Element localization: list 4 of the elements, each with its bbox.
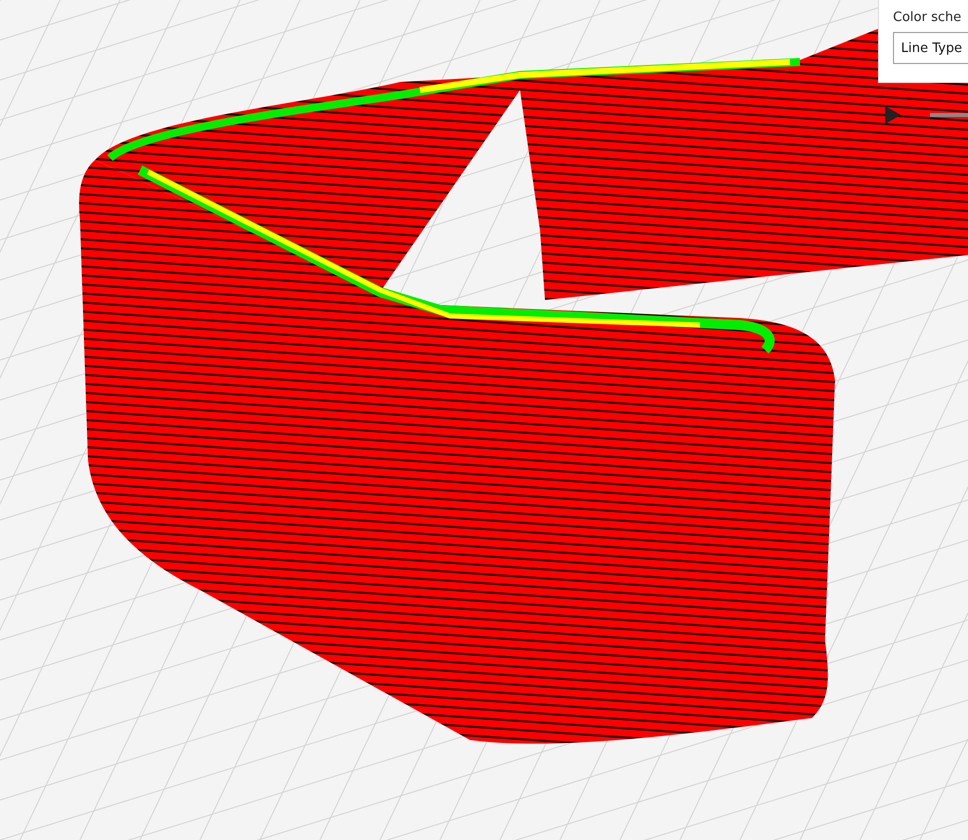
color-scheme-label: Color sche: [893, 10, 962, 25]
play-icon[interactable]: [885, 106, 901, 124]
color-scheme-dropdown[interactable]: Line Type: [893, 32, 968, 64]
layer-slider-track[interactable]: [930, 113, 968, 117]
